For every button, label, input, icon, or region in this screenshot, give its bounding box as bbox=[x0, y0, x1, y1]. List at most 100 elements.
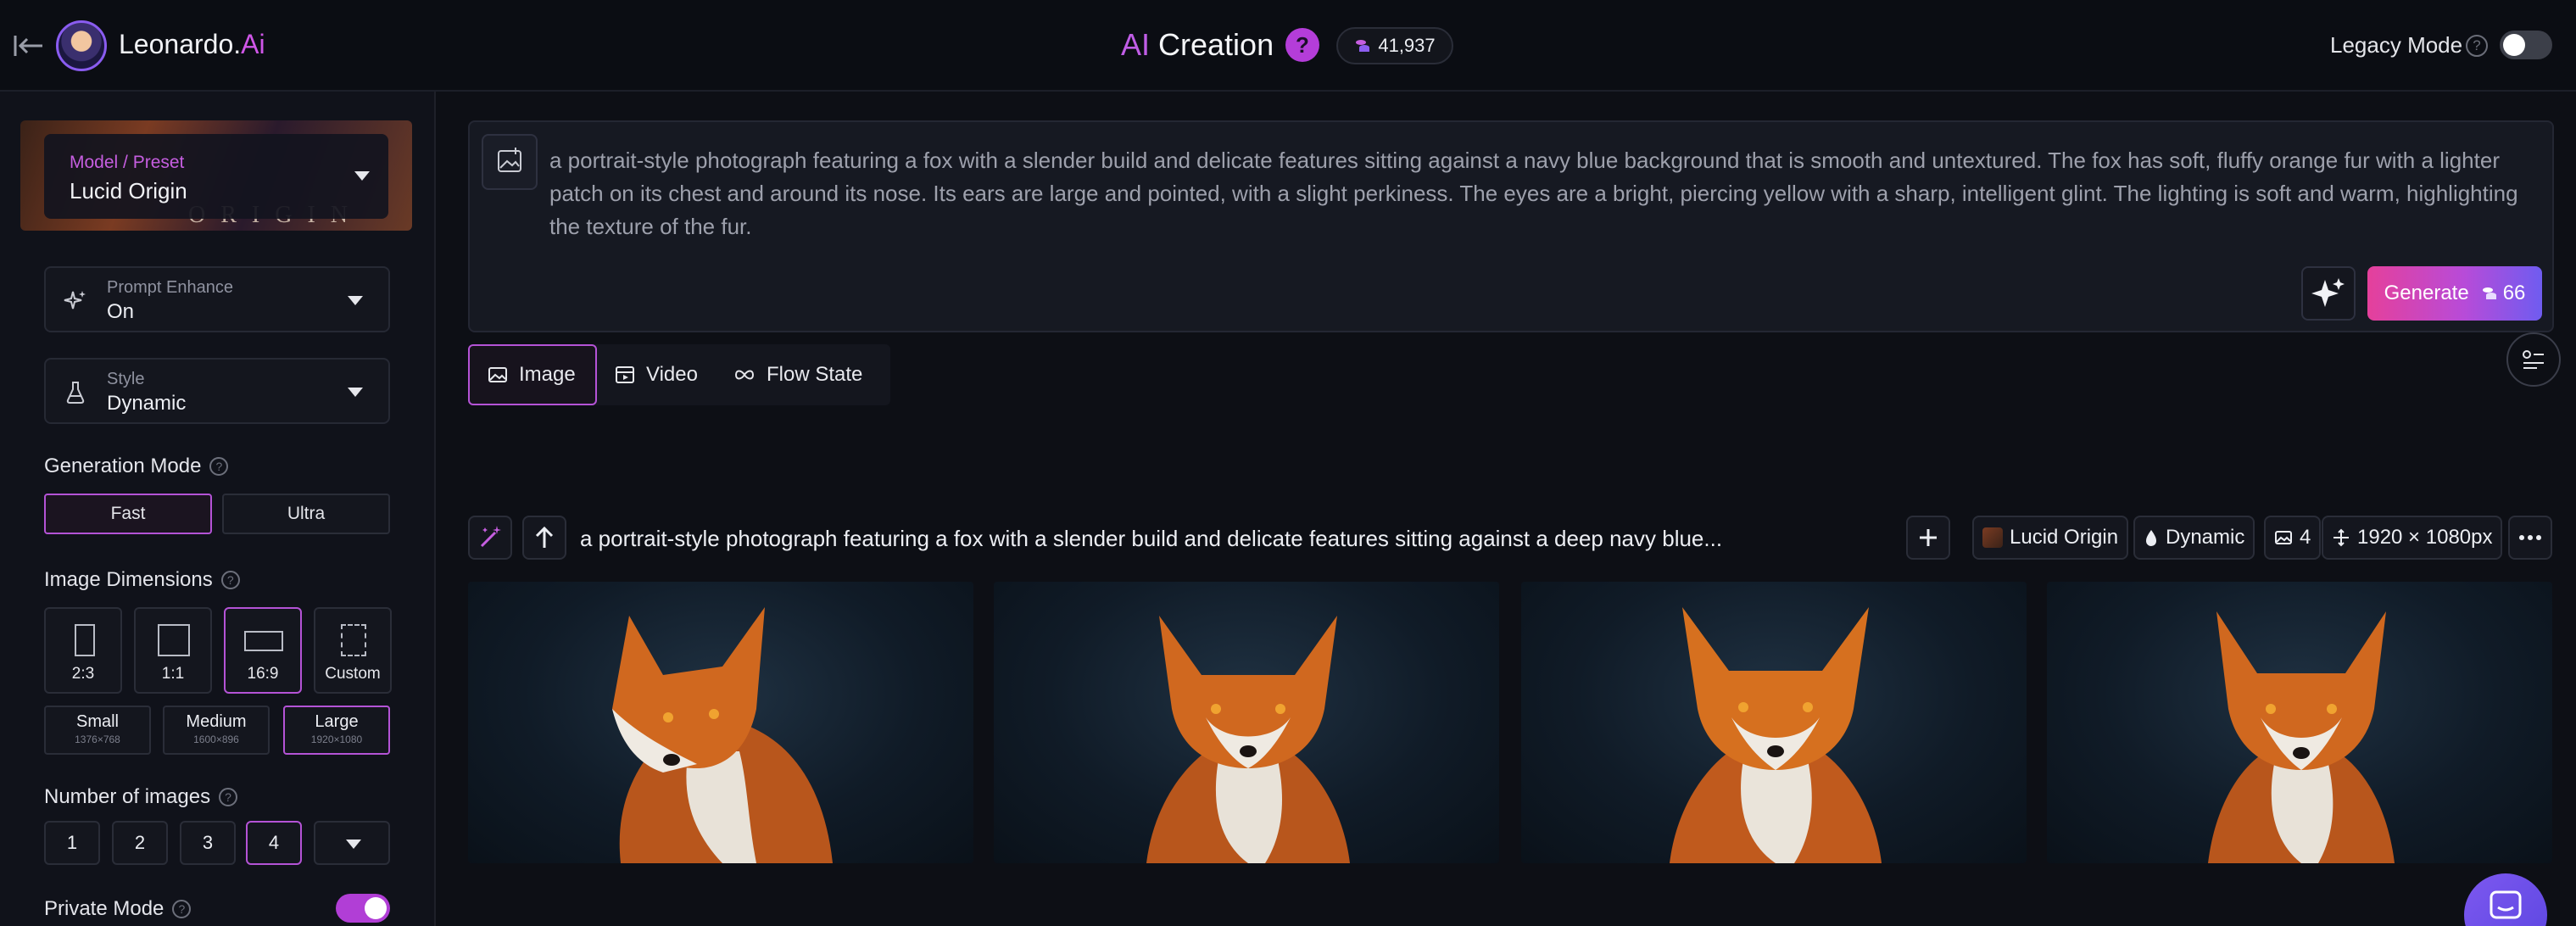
fox-portrait-image bbox=[2208, 611, 2395, 863]
generation-prompt-preview[interactable]: a portrait-style photograph featuring a … bbox=[580, 526, 1722, 552]
style-label: Style bbox=[107, 370, 145, 388]
size-pixels: 1920×1080 bbox=[310, 734, 363, 745]
style-chip[interactable]: Dynamic bbox=[2133, 516, 2255, 560]
ratio-label: 2:3 bbox=[71, 665, 95, 683]
private-mode-heading: Private Mode? bbox=[44, 897, 192, 921]
page-title-text: Creation bbox=[1150, 27, 1274, 62]
tab-label: Image bbox=[519, 363, 576, 386]
ratio-2-3[interactable]: 2:3 bbox=[44, 607, 122, 694]
generated-image-1[interactable] bbox=[468, 582, 973, 863]
image-count-3[interactable]: 3 bbox=[180, 821, 236, 865]
size-pixels: 1376×768 bbox=[75, 734, 120, 745]
image-icon bbox=[2275, 531, 2292, 544]
style-value: Dynamic bbox=[107, 392, 187, 415]
image-count-chip-label: 4 bbox=[2300, 526, 2311, 549]
sparkle-icon bbox=[2311, 278, 2345, 307]
video-icon bbox=[616, 366, 634, 383]
image-count-1[interactable]: 1 bbox=[44, 821, 100, 865]
plus-icon bbox=[1920, 529, 1937, 546]
generated-image-3[interactable] bbox=[1521, 582, 2027, 863]
collapse-sidebar-icon[interactable] bbox=[12, 31, 46, 61]
generated-image-2[interactable] bbox=[994, 582, 1499, 863]
infinity-icon bbox=[734, 370, 755, 380]
generate-button[interactable]: Generate 66 bbox=[2367, 266, 2542, 321]
prompt-input[interactable]: a portrait-style photograph featuring a … bbox=[549, 144, 2534, 243]
image-count-4[interactable]: 4 bbox=[246, 821, 302, 865]
legacy-mode-help-icon[interactable]: ? bbox=[2466, 35, 2488, 57]
chevron-down-icon bbox=[348, 296, 363, 305]
creation-mode-tabs: Image Video Flow State bbox=[468, 344, 890, 405]
landscape-ratio-icon bbox=[244, 631, 283, 651]
reuse-prompt-button[interactable] bbox=[468, 516, 512, 560]
size-small[interactable]: Small 1376×768 bbox=[44, 706, 151, 755]
magic-wand-icon bbox=[480, 526, 501, 548]
more-options-button[interactable] bbox=[2508, 516, 2552, 560]
help-icon[interactable]: ? bbox=[219, 788, 238, 806]
style-select[interactable]: Style Dynamic bbox=[44, 358, 390, 424]
style-chip-label: Dynamic bbox=[2166, 526, 2245, 549]
sparkle-icon bbox=[64, 291, 86, 310]
model-preset-card[interactable]: ORIGIN Model / Preset Lucid Origin bbox=[20, 120, 412, 231]
help-icon[interactable]: ? bbox=[209, 457, 229, 476]
brand-logo[interactable] bbox=[56, 20, 107, 71]
more-horizontal-icon bbox=[2519, 535, 2541, 540]
ratio-label: Custom bbox=[325, 665, 381, 683]
settings-sidebar: ORIGIN Model / Preset Lucid Origin Promp… bbox=[0, 92, 436, 926]
chevron-down-icon bbox=[354, 171, 370, 181]
drop-icon bbox=[2146, 530, 2156, 546]
list-settings-icon bbox=[2523, 350, 2544, 369]
image-prompt-button[interactable] bbox=[482, 134, 538, 190]
legacy-mode-toggle[interactable] bbox=[2500, 31, 2552, 59]
chat-icon bbox=[2490, 890, 2522, 919]
size-medium[interactable]: Medium 1600×896 bbox=[163, 706, 270, 755]
flask-icon bbox=[66, 382, 85, 404]
ratio-16-9[interactable]: 16:9 bbox=[224, 607, 302, 694]
chevron-down-icon bbox=[346, 840, 361, 849]
support-chat-button[interactable] bbox=[2464, 873, 2547, 926]
help-icon[interactable]: ? bbox=[220, 571, 240, 589]
ratio-custom[interactable]: Custom bbox=[314, 607, 392, 694]
size-large[interactable]: Large 1920×1080 bbox=[283, 706, 390, 755]
image-count-2[interactable]: 2 bbox=[112, 821, 168, 865]
generate-label: Generate bbox=[2384, 282, 2469, 304]
upscale-arrow-button[interactable] bbox=[522, 516, 566, 560]
improve-prompt-button[interactable] bbox=[2301, 266, 2356, 321]
settings-list-button[interactable] bbox=[2506, 332, 2561, 387]
tab-image[interactable]: Image bbox=[468, 344, 597, 405]
tab-label: Flow State bbox=[767, 363, 863, 386]
tab-flow-state[interactable]: Flow State bbox=[716, 344, 890, 405]
add-button[interactable] bbox=[1906, 516, 1950, 560]
model-chip-label: Lucid Origin bbox=[2010, 526, 2119, 549]
brand-name[interactable]: Leonardo.Ai bbox=[119, 29, 265, 60]
size-name: Small bbox=[75, 712, 119, 731]
image-count-chip[interactable]: 4 bbox=[2264, 516, 2322, 560]
model-chip[interactable]: Lucid Origin bbox=[1972, 516, 2129, 560]
token-count: 41,937 bbox=[1378, 35, 1436, 56]
legacy-mode-label: Legacy Mode bbox=[2330, 32, 2463, 58]
private-mode-toggle[interactable] bbox=[336, 894, 390, 923]
generation-mode-fast[interactable]: Fast bbox=[44, 494, 212, 534]
generation-mode-ultra[interactable]: Ultra bbox=[222, 494, 390, 534]
fox-portrait-image bbox=[1146, 616, 1350, 863]
move-arrows-icon bbox=[2333, 528, 2349, 547]
token-coins-icon bbox=[2482, 287, 2496, 299]
generated-image-4[interactable] bbox=[2047, 582, 2552, 863]
tab-video[interactable]: Video bbox=[597, 344, 716, 405]
ratio-label: 1:1 bbox=[161, 665, 185, 683]
image-icon bbox=[488, 367, 507, 382]
number-of-images-label: Number of images bbox=[44, 785, 211, 808]
generation-mode-label: Generation Mode bbox=[44, 455, 202, 477]
model-preset-select[interactable]: Model / Preset Lucid Origin bbox=[44, 134, 388, 219]
image-count-more[interactable] bbox=[314, 821, 390, 865]
arrow-up-icon bbox=[535, 526, 554, 548]
prompt-enhance-select[interactable]: Prompt Enhance On bbox=[44, 266, 390, 332]
size-pixels: 1600×896 bbox=[193, 734, 239, 745]
fox-portrait-image bbox=[612, 607, 833, 863]
token-balance[interactable]: 41,937 bbox=[1336, 27, 1453, 64]
help-icon[interactable]: ? bbox=[1285, 28, 1319, 62]
help-icon[interactable]: ? bbox=[172, 900, 192, 918]
prompt-enhance-value: On bbox=[107, 300, 135, 323]
ratio-1-1[interactable]: 1:1 bbox=[134, 607, 212, 694]
add-image-icon bbox=[498, 148, 521, 172]
size-chip[interactable]: 1920 × 1080px bbox=[2322, 516, 2503, 560]
